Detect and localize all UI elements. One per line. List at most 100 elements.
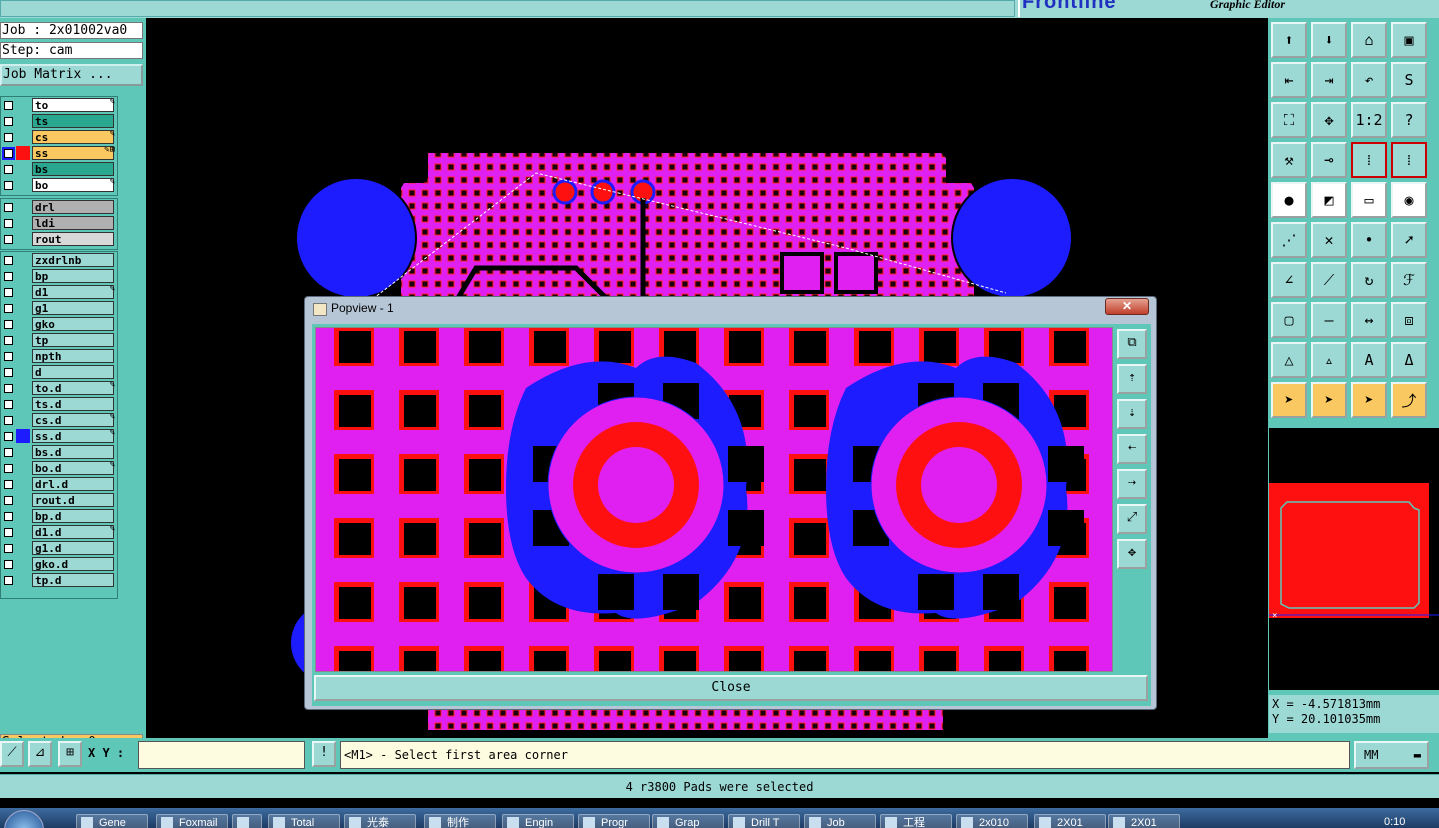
layer-checkbox[interactable] xyxy=(4,219,13,228)
layer-name[interactable]: ts xyxy=(32,114,114,128)
popview-close-button[interactable]: Close xyxy=(314,675,1148,701)
layer-row-ss[interactable]: ss ✎⊞ xyxy=(1,145,117,161)
measure-mode-icon[interactable]: ⊿ xyxy=(28,741,52,767)
taskbar-item[interactable] xyxy=(232,814,262,828)
layer-row-gko[interactable]: gko xyxy=(1,316,117,332)
layer-row-drl-d[interactable]: drl.d xyxy=(1,476,117,492)
snap-button[interactable]: S xyxy=(1391,62,1427,98)
layer-name[interactable]: d1.d xyxy=(32,525,114,539)
taskbar-item[interactable]: 工程 xyxy=(880,814,952,828)
taskbar-item[interactable]: 2x010 xyxy=(956,814,1028,828)
popview-pan-right-button[interactable]: ⇢ xyxy=(1117,469,1147,499)
mirror-button[interactable]: ℱ xyxy=(1391,262,1427,298)
layer-name[interactable]: ss.d xyxy=(32,429,114,443)
layer-name[interactable]: to.d xyxy=(32,381,114,395)
layer-row-cs-d[interactable]: cs.d ✎ xyxy=(1,412,117,428)
arrow-point-button[interactable]: ➚ xyxy=(1391,222,1427,258)
layer-checkbox[interactable] xyxy=(4,101,13,110)
layer-checkbox[interactable] xyxy=(4,512,13,521)
taskbar-item[interactable]: Progr xyxy=(578,814,650,828)
measure-button[interactable]: ⚒ xyxy=(1271,142,1307,178)
taskbar-item[interactable]: Total xyxy=(268,814,340,828)
layer-name[interactable]: d1 xyxy=(32,285,114,299)
layer-name[interactable]: zxdrlnb xyxy=(32,253,114,267)
taskbar-item[interactable]: 制作 xyxy=(424,814,496,828)
ruler-button[interactable]: ▭ xyxy=(1351,182,1387,218)
layer-row-npth[interactable]: npth xyxy=(1,348,117,364)
point-button[interactable]: • xyxy=(1351,222,1387,258)
layer-row-bo-d[interactable]: bo.d ✎ xyxy=(1,460,117,476)
layer-row-g1-d[interactable]: g1.d xyxy=(1,540,117,556)
rotate-button[interactable]: ↻ xyxy=(1351,262,1387,298)
layer-checkbox[interactable] xyxy=(4,235,13,244)
import-button[interactable]: ⇤ xyxy=(1271,62,1307,98)
cross-button[interactable]: ✕ xyxy=(1311,222,1347,258)
layer-name[interactable]: bs xyxy=(32,162,114,176)
layer-checkbox[interactable] xyxy=(4,368,13,377)
layer-row-bp[interactable]: bp xyxy=(1,268,117,284)
layer-name[interactable]: tp.d xyxy=(32,573,114,587)
layer-checkbox[interactable] xyxy=(4,496,13,505)
taskbar-item[interactable]: Drill T xyxy=(728,814,800,828)
layer-row-cs[interactable]: cs ✎ xyxy=(1,129,117,145)
triangle-a-button[interactable]: A xyxy=(1351,342,1387,378)
layer-row-gko-d[interactable]: gko.d xyxy=(1,556,117,572)
layer-name[interactable]: cs.d xyxy=(32,413,114,427)
center-button[interactable]: ✥ xyxy=(1311,102,1347,138)
layer-name[interactable]: bo xyxy=(32,178,114,192)
layer-name[interactable]: npth xyxy=(32,349,114,363)
start-button[interactable] xyxy=(4,810,44,828)
export-button[interactable]: ⇥ xyxy=(1311,62,1347,98)
layer-checkbox[interactable] xyxy=(4,400,13,409)
cursor-button[interactable]: ➤ xyxy=(1271,382,1307,418)
layer-row-g1[interactable]: g1 xyxy=(1,300,117,316)
layer-checkbox[interactable] xyxy=(4,288,13,297)
grid-icon[interactable]: ⊞ xyxy=(58,741,82,767)
layer-checkbox[interactable] xyxy=(4,576,13,585)
layer-row-d[interactable]: d xyxy=(1,364,117,380)
taskbar-item[interactable]: 2X01 xyxy=(1034,814,1106,828)
layer-name[interactable]: d xyxy=(32,365,114,379)
display-mode-button[interactable]: ◩ xyxy=(1311,182,1347,218)
layer-name[interactable]: g1 xyxy=(32,301,114,315)
popview-zoom-button[interactable]: ⧉ xyxy=(1117,329,1147,359)
layer-row-d1-d[interactable]: d1.d ✎ xyxy=(1,524,117,540)
layer-row-bs[interactable]: bs xyxy=(1,161,117,177)
group-button[interactable]: ⧈ xyxy=(1391,302,1427,338)
connect-button[interactable]: ⋰ xyxy=(1271,222,1307,258)
route-button[interactable]: ⤴ xyxy=(1391,382,1427,418)
layer-name[interactable]: rout xyxy=(32,232,114,246)
taskbar-item[interactable]: Engin xyxy=(502,814,574,828)
taskbar-item[interactable]: Job xyxy=(804,814,876,828)
layer-row-tp-d[interactable]: tp.d xyxy=(1,572,117,588)
xy-input[interactable] xyxy=(138,741,305,769)
home-button[interactable]: ⌂ xyxy=(1351,22,1387,58)
probe-button[interactable]: ⊸ xyxy=(1311,142,1347,178)
layer-row-tp[interactable]: tp xyxy=(1,332,117,348)
undo-button[interactable]: ↶ xyxy=(1351,62,1387,98)
layer-checkbox[interactable] xyxy=(4,304,13,313)
popview-close-x-button[interactable]: ✕ xyxy=(1105,298,1149,315)
layer-name[interactable]: cs xyxy=(32,130,114,144)
layer-checkbox[interactable] xyxy=(4,528,13,537)
open-button[interactable]: ⬆ xyxy=(1271,22,1307,58)
layer-name[interactable]: drl xyxy=(32,200,114,214)
fit-button[interactable]: ⛶ xyxy=(1271,102,1307,138)
layer-checkbox[interactable] xyxy=(4,448,13,457)
layer-checkbox[interactable] xyxy=(4,480,13,489)
layer-checkbox[interactable] xyxy=(4,352,13,361)
layer-name[interactable]: drl.d xyxy=(32,477,114,491)
layers-bottom-button[interactable]: ⁞ xyxy=(1391,142,1427,178)
line-angle-button[interactable]: ∠ xyxy=(1271,262,1307,298)
layer-checkbox[interactable] xyxy=(4,560,13,569)
layer-row-bp-d[interactable]: bp.d xyxy=(1,508,117,524)
window-button[interactable]: ▣ xyxy=(1391,22,1427,58)
popview-pan-left-button[interactable]: ⇠ xyxy=(1117,434,1147,464)
width-button[interactable]: ↔ xyxy=(1351,302,1387,338)
help-button[interactable]: ? xyxy=(1391,102,1427,138)
layer-name[interactable]: ts.d xyxy=(32,397,114,411)
layer-row-ts-d[interactable]: ts.d xyxy=(1,396,117,412)
taskbar-item[interactable]: Foxmail xyxy=(156,814,228,828)
layer-checkbox[interactable] xyxy=(4,256,13,265)
layer-checkbox[interactable] xyxy=(4,432,13,441)
